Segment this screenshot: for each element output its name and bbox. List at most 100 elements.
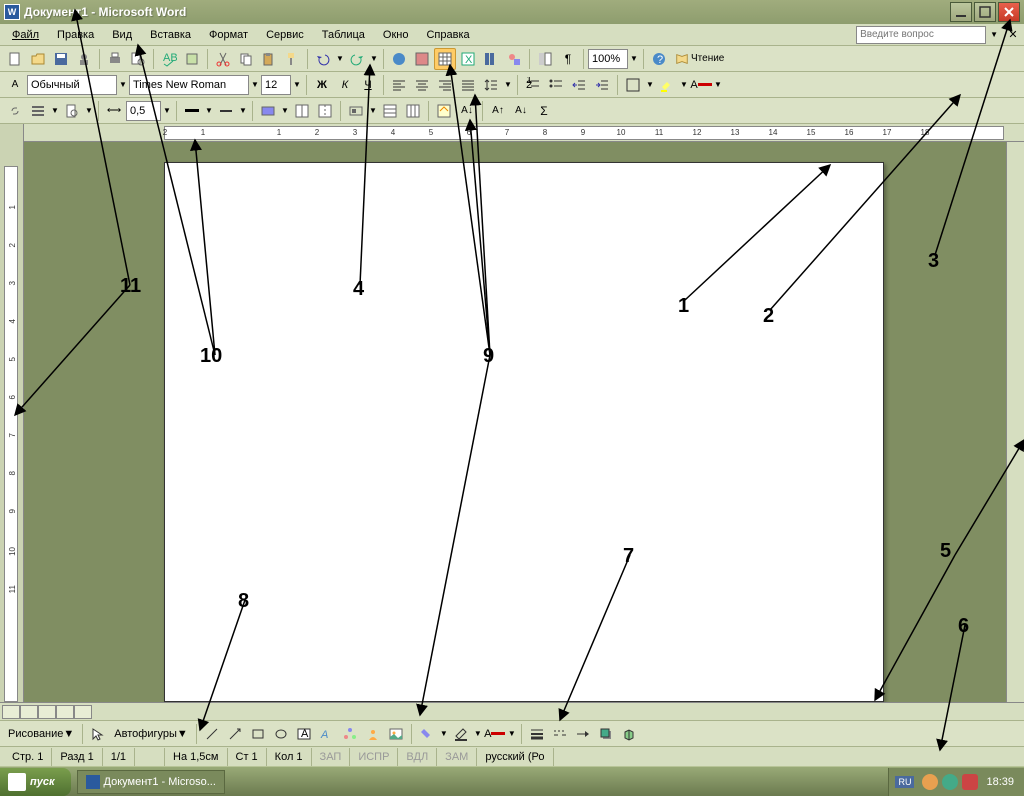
- bold-button[interactable]: Ж: [311, 74, 333, 96]
- vertical-scrollbar[interactable]: [1006, 142, 1024, 702]
- italic-button[interactable]: К: [334, 74, 356, 96]
- menu-insert[interactable]: Вставка: [142, 27, 199, 43]
- show-marks-button[interactable]: ¶: [557, 48, 579, 70]
- insert-rows-button[interactable]: [257, 100, 279, 122]
- shading-button[interactable]: [181, 100, 203, 122]
- font-dropdown[interactable]: ▼: [250, 80, 260, 89]
- system-clock[interactable]: 18:39: [982, 776, 1018, 788]
- redo-dropdown[interactable]: ▼: [369, 54, 379, 63]
- menu-edit[interactable]: Правка: [49, 27, 102, 43]
- undo-button[interactable]: [312, 48, 334, 70]
- horizontal-ruler[interactable]: 21123456789101112131415161718: [0, 124, 1024, 142]
- tray-icon-2[interactable]: [942, 774, 958, 790]
- line-spacing-button[interactable]: [480, 74, 502, 96]
- styles-button[interactable]: A: [4, 74, 26, 96]
- borders-dropdown[interactable]: ▼: [645, 80, 655, 89]
- distribute-rows-button[interactable]: [379, 100, 401, 122]
- spacing-dropdown[interactable]: ▼: [162, 106, 172, 115]
- taskbar-word-task[interactable]: Документ1 - Microso...: [77, 770, 225, 794]
- tray-icon-3[interactable]: [962, 774, 978, 790]
- format-painter-button[interactable]: [281, 48, 303, 70]
- research-button[interactable]: [181, 48, 203, 70]
- font-color-button[interactable]: A: [690, 74, 712, 96]
- status-ext[interactable]: ВДЛ: [398, 748, 437, 766]
- font-color-draw-dropdown[interactable]: ▼: [507, 729, 517, 738]
- shading-dropdown[interactable]: ▼: [204, 106, 214, 115]
- language-indicator[interactable]: RU: [895, 776, 914, 788]
- underline-button[interactable]: Ч: [357, 74, 379, 96]
- style-combo[interactable]: Обычный: [27, 75, 117, 95]
- borders-button[interactable]: [622, 74, 644, 96]
- font-color-draw-button[interactable]: A: [484, 723, 506, 745]
- select-objects-button[interactable]: [87, 723, 109, 745]
- wordart-button[interactable]: A: [316, 723, 338, 745]
- clipart-button[interactable]: [362, 723, 384, 745]
- status-rec[interactable]: ЗАП: [312, 748, 351, 766]
- menu-format[interactable]: Формат: [201, 27, 256, 43]
- char-spacing-button[interactable]: ⟷: [103, 100, 125, 122]
- insert-table-button[interactable]: [434, 48, 456, 70]
- menu-table[interactable]: Таблица: [314, 27, 373, 43]
- align-justify-button[interactable]: [457, 74, 479, 96]
- autosum-button[interactable]: Σ: [533, 100, 555, 122]
- columns-button[interactable]: [480, 48, 502, 70]
- diagram-button[interactable]: [339, 723, 361, 745]
- autoformat-button[interactable]: [433, 100, 455, 122]
- sort-asc-button[interactable]: A↑: [487, 100, 509, 122]
- outline-view-button[interactable]: [56, 705, 74, 719]
- dash-style-button[interactable]: [549, 723, 571, 745]
- fill-color-button[interactable]: [416, 723, 438, 745]
- permissions-button[interactable]: [73, 48, 95, 70]
- list-option-dropdown[interactable]: ▼: [50, 106, 60, 115]
- arrow-button[interactable]: [224, 723, 246, 745]
- close-button[interactable]: [998, 2, 1020, 22]
- question-dropdown-icon[interactable]: ▼: [990, 30, 998, 39]
- distribute-cols-button[interactable]: [402, 100, 424, 122]
- highlight-dropdown[interactable]: ▼: [679, 80, 689, 89]
- rectangle-button[interactable]: [247, 723, 269, 745]
- autoshapes-button[interactable]: Автофигуры▼: [110, 723, 191, 745]
- help-button[interactable]: ?: [648, 48, 670, 70]
- table-align-dropdown[interactable]: ▼: [368, 106, 378, 115]
- doc-inspect-button[interactable]: [61, 100, 83, 122]
- document-close-button[interactable]: ✕: [1006, 28, 1020, 42]
- normal-view-button[interactable]: [2, 705, 20, 719]
- tables-borders-button[interactable]: [411, 48, 433, 70]
- increase-indent-button[interactable]: [591, 74, 613, 96]
- copy-button[interactable]: [235, 48, 257, 70]
- cut-button[interactable]: [212, 48, 234, 70]
- paste-button[interactable]: [258, 48, 280, 70]
- print-preview-button[interactable]: [127, 48, 149, 70]
- line-style-button[interactable]: [526, 723, 548, 745]
- line-weight-button[interactable]: [215, 100, 237, 122]
- oval-button[interactable]: [270, 723, 292, 745]
- status-track[interactable]: ИСПР: [350, 748, 398, 766]
- drawing-menu-button[interactable]: Рисование▼: [4, 723, 78, 745]
- line-color-button[interactable]: [450, 723, 472, 745]
- horizontal-scrollbar[interactable]: [0, 702, 1024, 720]
- reading-mode-button[interactable]: Чтение: [671, 48, 728, 70]
- doc-map-button[interactable]: [534, 48, 556, 70]
- arrow-style-button[interactable]: [572, 723, 594, 745]
- insert-rows-dropdown[interactable]: ▼: [280, 106, 290, 115]
- ruler-corner[interactable]: [0, 124, 24, 142]
- style-dropdown[interactable]: ▼: [118, 80, 128, 89]
- status-ovr[interactable]: ЗАМ: [437, 748, 477, 766]
- table-align-button[interactable]: [345, 100, 367, 122]
- text-direction-button[interactable]: A↓: [456, 100, 478, 122]
- link-button[interactable]: [4, 100, 26, 122]
- list-option-button[interactable]: [27, 100, 49, 122]
- numbering-button[interactable]: 12: [522, 74, 544, 96]
- font-color-dropdown[interactable]: ▼: [713, 80, 723, 89]
- doc-inspect-dropdown[interactable]: ▼: [84, 106, 94, 115]
- document-page[interactable]: [164, 162, 884, 702]
- split-cells-button[interactable]: [314, 100, 336, 122]
- font-size-dropdown[interactable]: ▼: [292, 80, 302, 89]
- line-spacing-dropdown[interactable]: ▼: [503, 80, 513, 89]
- zoom-dropdown[interactable]: ▼: [629, 54, 639, 63]
- insert-picture-button[interactable]: [385, 723, 407, 745]
- align-left-button[interactable]: [388, 74, 410, 96]
- menu-service[interactable]: Сервис: [258, 27, 312, 43]
- undo-dropdown[interactable]: ▼: [335, 54, 345, 63]
- line-weight-dropdown[interactable]: ▼: [238, 106, 248, 115]
